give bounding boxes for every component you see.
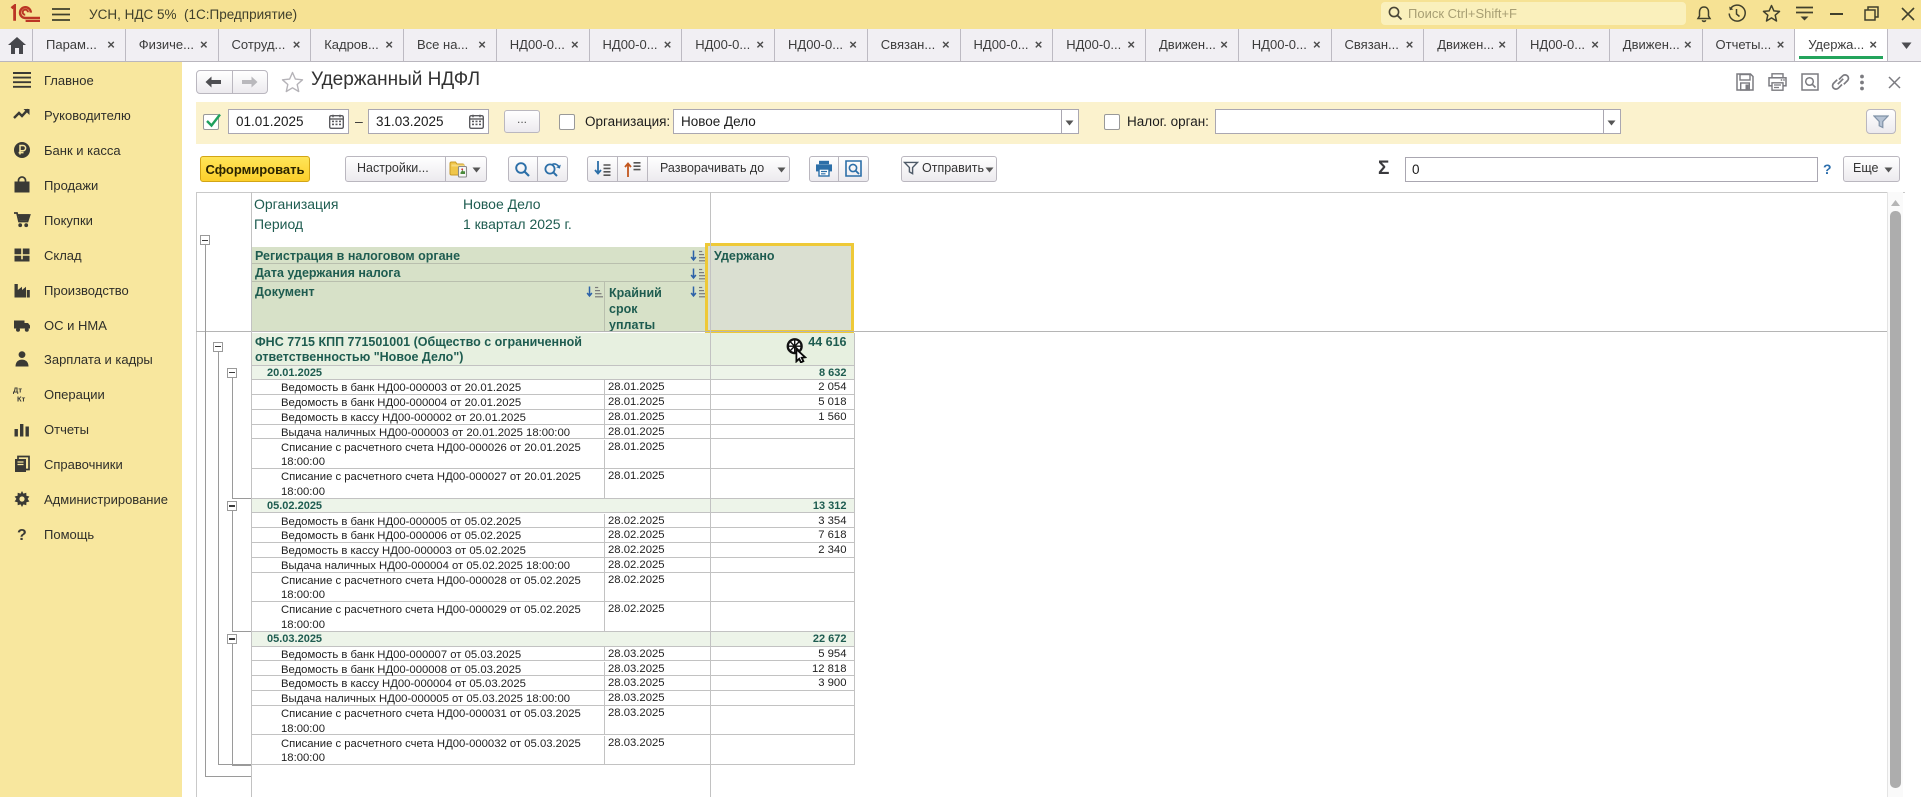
svg-text:Кт: Кт — [17, 395, 26, 404]
svg-text:?: ? — [17, 527, 27, 543]
svg-text:Дт: Дт — [13, 386, 22, 395]
